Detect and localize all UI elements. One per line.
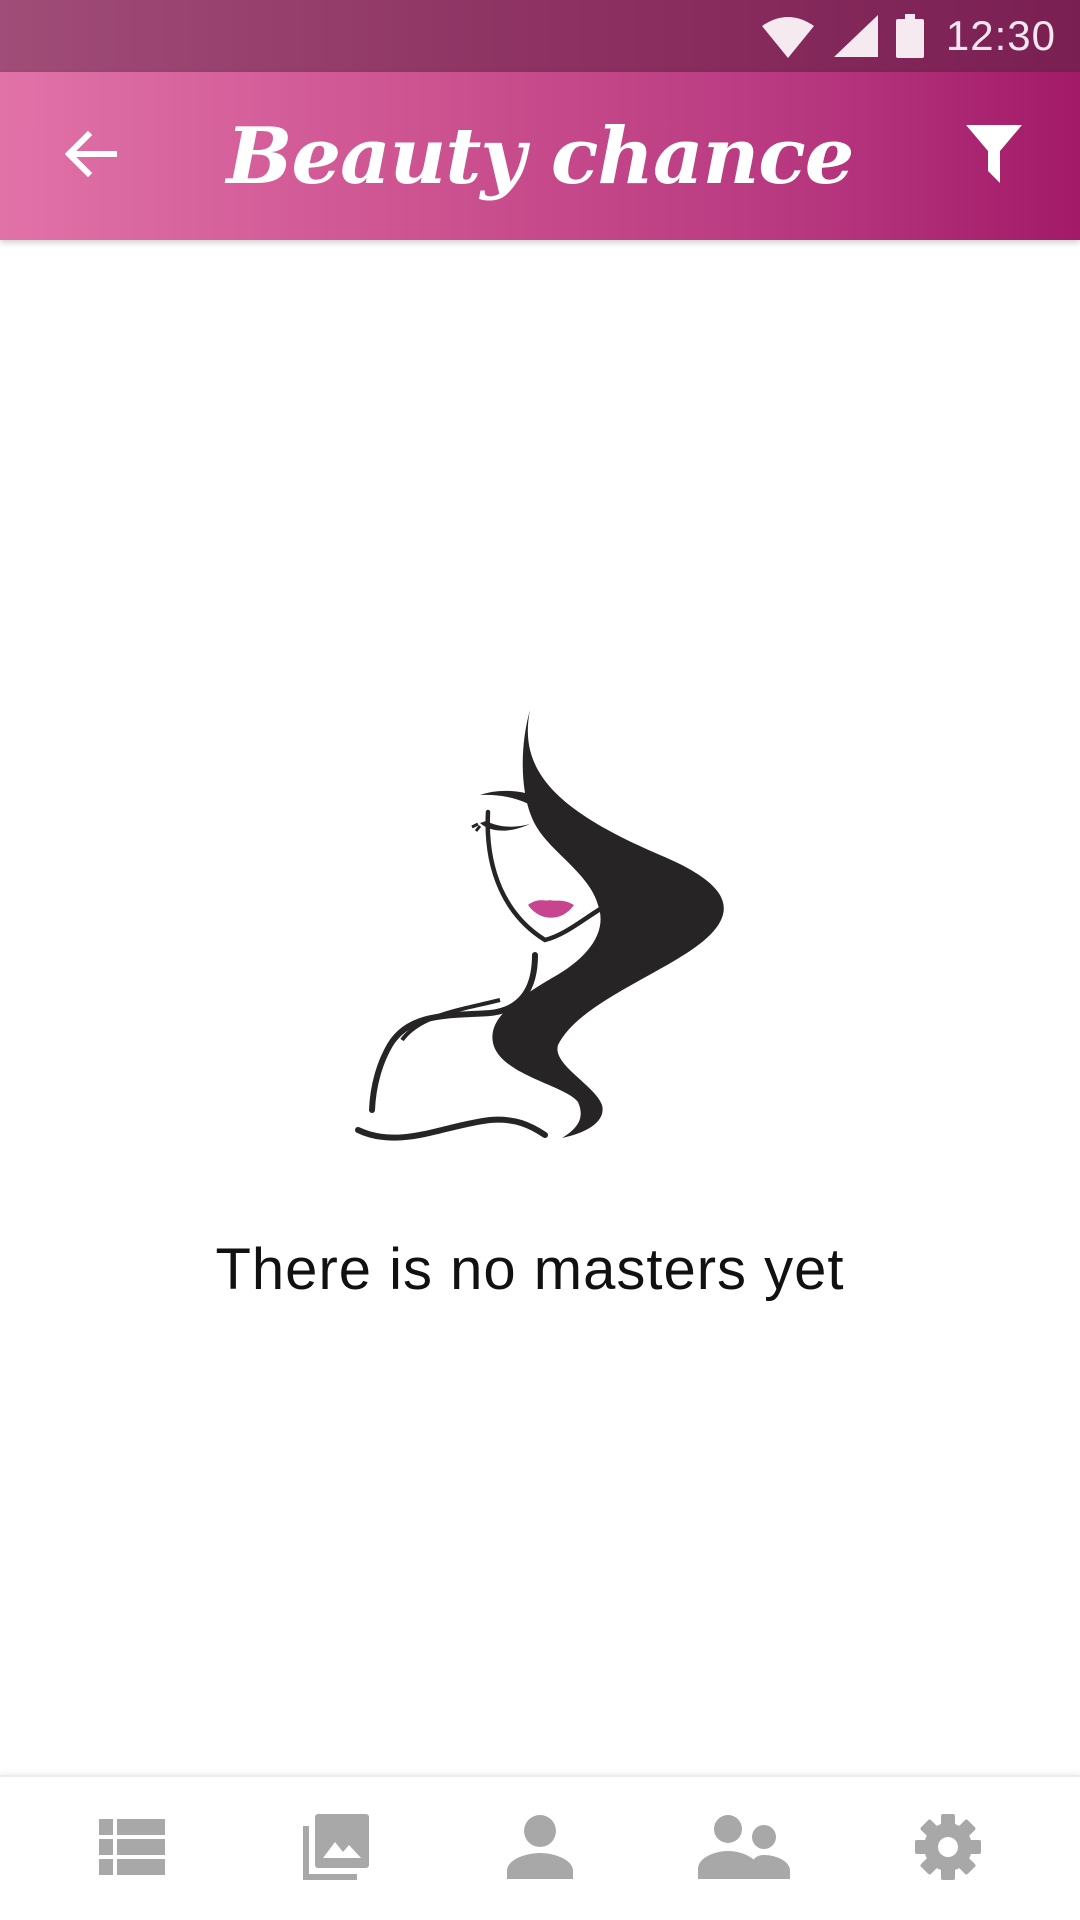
filter-icon <box>966 125 1022 187</box>
status-bar: 12:30 <box>0 0 1080 72</box>
screen: 12:30 Beauty chance There is no masters … <box>0 0 1080 1920</box>
content-area: There is no masters yet <box>0 240 1080 1775</box>
app-title: Beauty chance <box>226 110 855 202</box>
nav-item-settings[interactable] <box>878 1789 1018 1909</box>
status-time: 12:30 <box>945 12 1056 59</box>
nav-item-masters[interactable] <box>674 1789 814 1909</box>
person-icon <box>507 1814 573 1883</box>
list-icon <box>99 1818 165 1879</box>
battery-icon <box>895 14 924 58</box>
bottom-navigation <box>0 1775 1080 1920</box>
settings-gear-icon <box>915 1813 981 1884</box>
arrow-back-icon <box>62 126 118 186</box>
nav-item-gallery[interactable] <box>266 1789 406 1909</box>
app-bar: Beauty chance <box>0 72 1080 240</box>
back-button[interactable] <box>40 106 140 206</box>
wifi-icon <box>760 14 816 58</box>
nav-item-list[interactable] <box>62 1789 202 1909</box>
gallery-icon <box>303 1813 369 1884</box>
people-icon <box>698 1814 790 1883</box>
woman-silhouette-logo <box>340 700 740 1160</box>
filter-button[interactable] <box>944 106 1044 206</box>
signal-icon <box>833 15 878 57</box>
empty-state-message: There is no masters yet <box>215 1237 845 1302</box>
nav-item-profile[interactable] <box>470 1789 610 1909</box>
